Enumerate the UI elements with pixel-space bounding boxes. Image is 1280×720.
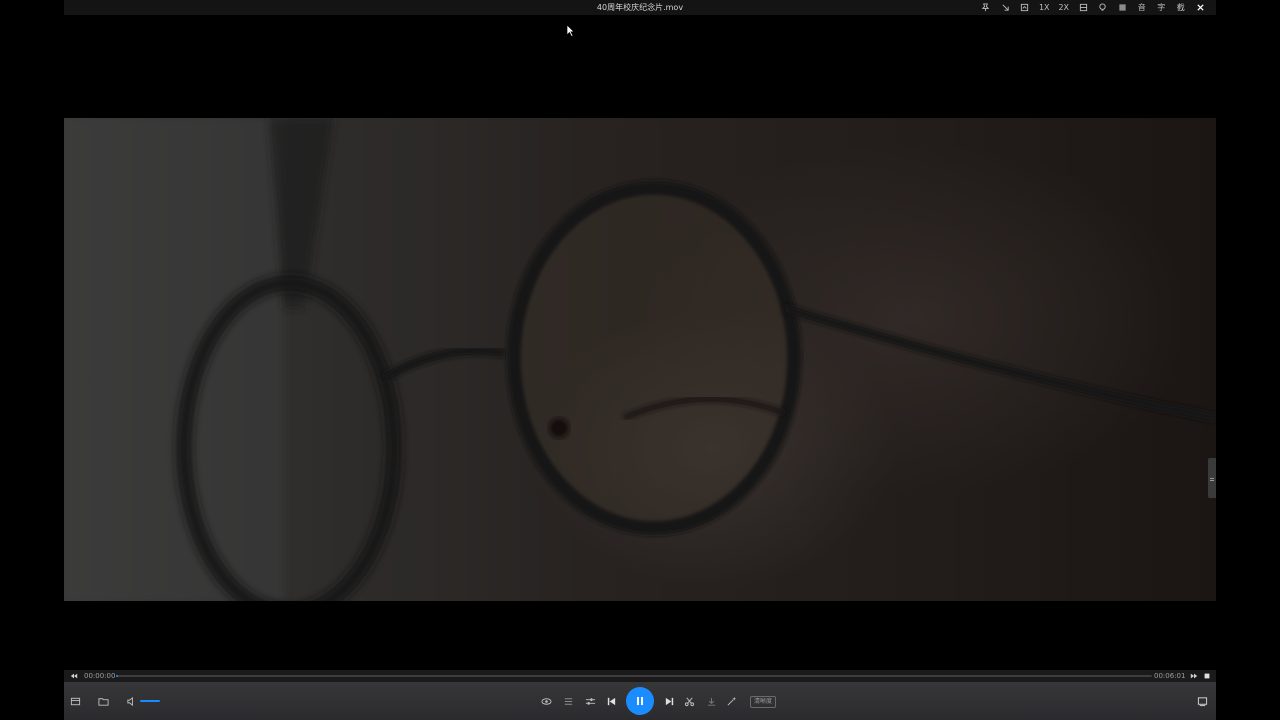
video-player-window: 40周年校庆纪念片.mov 1X 2X 音 字 截 00:00:00 00:06…: [64, 0, 1216, 720]
mouse-cursor-icon: [566, 24, 575, 37]
eye-icon[interactable]: [538, 682, 554, 720]
magic-wand-icon[interactable]: [724, 682, 738, 720]
current-time: 00:00:00: [84, 672, 116, 680]
equalizer-icon[interactable]: [582, 682, 598, 720]
quality-button[interactable]: 清晰度: [750, 696, 777, 708]
playlist-icon[interactable]: [68, 682, 82, 720]
title-bar[interactable]: 40周年校庆纪念片.mov 1X 2X 音 字 截: [64, 0, 1216, 15]
audio-track-button[interactable]: 音: [1132, 0, 1152, 15]
speed-1x-button[interactable]: 1X: [1035, 0, 1055, 15]
next-icon[interactable]: [662, 682, 676, 720]
speed-2x-button[interactable]: 2X: [1054, 0, 1074, 15]
crop-icon[interactable]: [1015, 0, 1035, 15]
fullscreen-icon[interactable]: [1194, 682, 1210, 720]
pin-icon[interactable]: [976, 0, 996, 15]
video-frame[interactable]: [64, 118, 1216, 601]
right-letterbox: [1216, 0, 1280, 720]
video-content: [64, 118, 1216, 601]
rewind-icon[interactable]: [68, 670, 80, 682]
subtitle-button[interactable]: 字: [1152, 0, 1172, 15]
progress-row: 00:00:00 00:06:01: [64, 670, 1216, 682]
open-folder-icon[interactable]: [96, 682, 110, 720]
mini-mode-icon[interactable]: [996, 0, 1016, 15]
bulb-icon[interactable]: [1093, 0, 1113, 15]
pause-button[interactable]: [626, 687, 654, 715]
grid-icon[interactable]: [1113, 0, 1133, 15]
layout-icon[interactable]: [1074, 0, 1094, 15]
side-panel-handle[interactable]: [1208, 458, 1216, 498]
volume-slider[interactable]: [140, 700, 160, 702]
cut-icon[interactable]: [682, 682, 696, 720]
screenshot-button[interactable]: 截: [1171, 0, 1191, 15]
right-lens: [507, 181, 801, 535]
stop-icon[interactable]: [1202, 670, 1212, 682]
left-letterbox: [0, 0, 64, 720]
progress-fill: [116, 675, 118, 677]
fast-forward-icon[interactable]: [1188, 670, 1200, 682]
download-icon[interactable]: [704, 682, 718, 720]
control-bar: 清晰度: [64, 682, 1216, 720]
previous-icon[interactable]: [604, 682, 618, 720]
pause-icon: [637, 697, 643, 705]
loop-list-icon[interactable]: [560, 682, 576, 720]
close-icon[interactable]: [1191, 0, 1211, 15]
progress-slider[interactable]: [116, 675, 1152, 677]
volume-icon[interactable]: [124, 682, 138, 720]
total-time: 00:06:01: [1154, 672, 1186, 680]
title-bar-buttons: 1X 2X 音 字 截: [976, 0, 1210, 15]
